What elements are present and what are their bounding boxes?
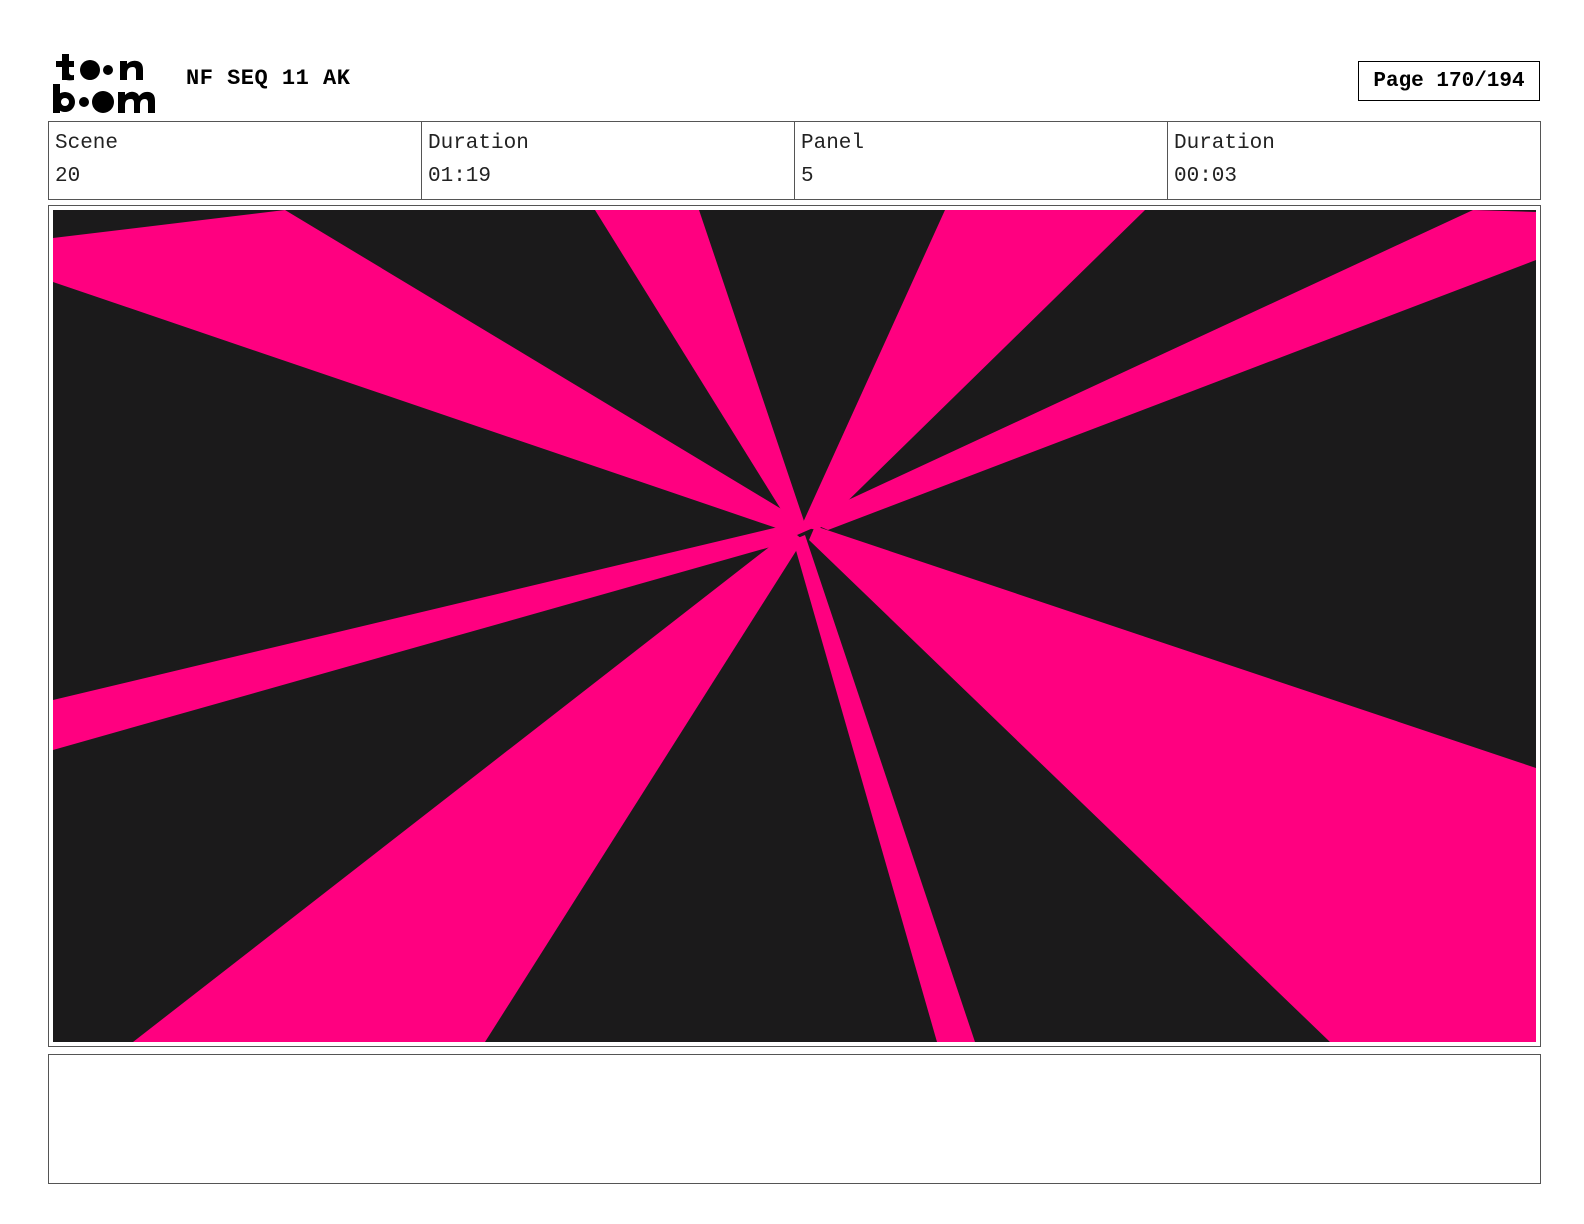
panel-label: Panel [801, 132, 865, 155]
panel-duration-label: Duration [1174, 132, 1275, 155]
panel-notes-box [48, 1054, 1541, 1184]
panel-info-table: Scene 20 Duration 01:19 Panel 5 Duration… [48, 121, 1541, 200]
scene-duration-label: Duration [428, 132, 529, 155]
panel-cell: Panel 5 [795, 122, 1168, 199]
storyboard-panel-frame [48, 205, 1541, 1047]
scene-value: 20 [55, 165, 81, 188]
panel-duration-value: 00:03 [1174, 165, 1238, 188]
scene-cell: Scene 20 [49, 122, 422, 199]
panel-value: 5 [801, 165, 814, 188]
scene-duration-value: 01:19 [428, 165, 492, 188]
document-title: NF SEQ 11 AK [186, 66, 351, 91]
toon-boom-logo [50, 50, 166, 114]
scene-duration-cell: Duration 01:19 [422, 122, 795, 199]
scene-label: Scene [55, 132, 119, 155]
page-indicator: Page 170/194 [1358, 61, 1540, 101]
panel-duration-cell: Duration 00:03 [1168, 122, 1540, 199]
radial-burst-image [53, 210, 1536, 1042]
